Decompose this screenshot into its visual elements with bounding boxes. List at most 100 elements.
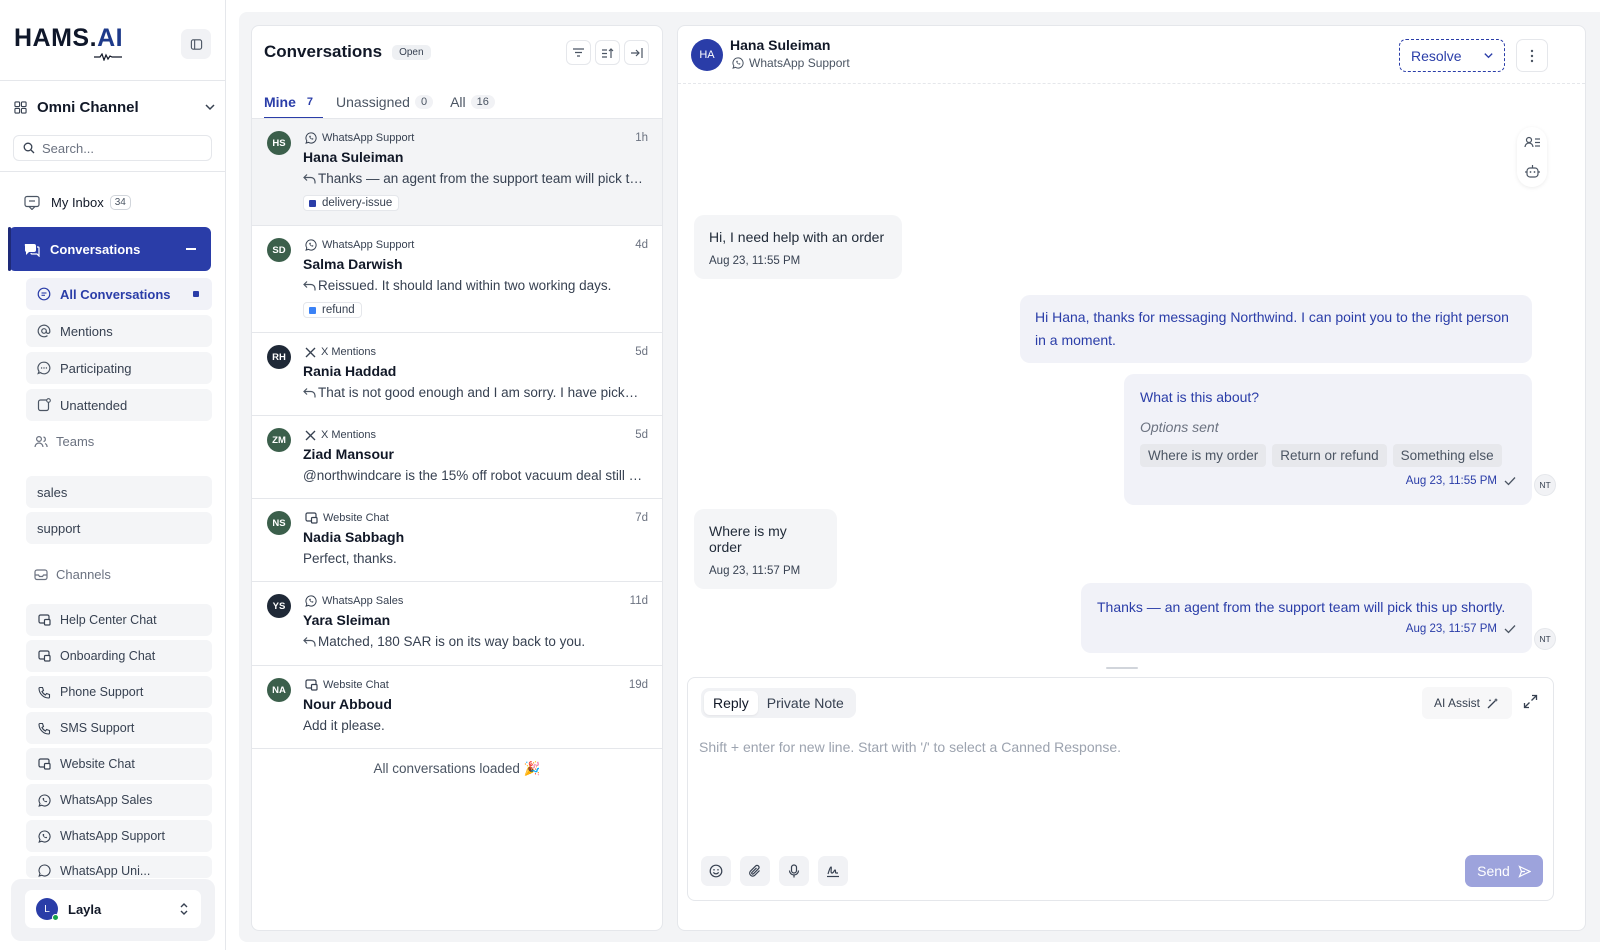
tab-all[interactable]: All 16 bbox=[450, 86, 495, 118]
emoji-button[interactable] bbox=[701, 856, 731, 886]
tab-unassigned[interactable]: Unassigned 0 bbox=[336, 86, 434, 118]
expand-icon[interactable] bbox=[1523, 694, 1538, 709]
conversation-contact-name: Nadia Sabbagh bbox=[303, 529, 405, 545]
nav-conversations[interactable]: Conversations bbox=[8, 227, 211, 271]
bot-icon[interactable] bbox=[1524, 163, 1541, 180]
kebab-icon bbox=[1530, 49, 1534, 62]
collapse-minus-icon[interactable] bbox=[186, 248, 196, 250]
nav-conversations-label: Conversations bbox=[50, 241, 141, 257]
conversation-item[interactable]: NA Website Chat 19d Nour Abboud Add it pleas… bbox=[252, 666, 662, 749]
team-sales[interactable]: sales bbox=[26, 476, 212, 508]
conversation-contact-name: Yara Sleiman bbox=[303, 612, 391, 628]
signature-button[interactable] bbox=[818, 856, 848, 886]
user-menu[interactable]: L Layla bbox=[25, 890, 201, 928]
option-chip[interactable]: Where is my order bbox=[1140, 444, 1267, 467]
conversation-last-message-text: Perfect, thanks. bbox=[303, 551, 397, 566]
conversation-last-message-text: Matched, 180 SAR is on its way back to y… bbox=[318, 634, 586, 649]
tab-mine[interactable]: Mine 7 bbox=[264, 86, 324, 119]
check-icon bbox=[1504, 477, 1516, 486]
status-filter-badge[interactable]: Open bbox=[392, 44, 431, 60]
reply-arrow-icon bbox=[303, 174, 316, 184]
nav-my-inbox[interactable]: My Inbox 34 bbox=[24, 191, 131, 213]
channel-label: WhatsApp Uni... bbox=[60, 864, 151, 878]
user-menu-container: L Layla bbox=[11, 879, 215, 941]
brand-name-accent: AI bbox=[97, 24, 124, 52]
nav-mentions[interactable]: Mentions bbox=[26, 315, 212, 347]
channel-sms-support[interactable]: SMS Support bbox=[26, 712, 212, 744]
x-icon bbox=[305, 347, 316, 358]
conversation-last-message-text: Reissued. It should land within two work… bbox=[318, 278, 612, 293]
conversation-inbox-label: X Mentions bbox=[321, 429, 377, 441]
chat-header: HA Hana Suleiman WhatsApp Support Resolv… bbox=[678, 26, 1585, 84]
conversation-label[interactable]: delivery-issue bbox=[303, 195, 400, 211]
contact-name[interactable]: Hana Suleiman bbox=[730, 37, 830, 53]
microphone-icon bbox=[788, 864, 800, 878]
resolve-button[interactable]: Resolve bbox=[1399, 39, 1505, 72]
conversation-last-message-text: That is not good enough and I am sorry. … bbox=[318, 385, 643, 400]
option-chip[interactable]: Return or refund bbox=[1272, 444, 1387, 467]
conversation-item[interactable]: RH X Mentions 5d Rania Haddad That is not go… bbox=[252, 333, 662, 416]
conversation-item[interactable]: SD WhatsApp Support 4d Salma Darwish Reissue… bbox=[252, 226, 662, 333]
avatar: SD bbox=[267, 238, 291, 262]
conversation-inbox: Website Chat bbox=[305, 512, 389, 524]
nav-unattended[interactable]: Unattended bbox=[26, 389, 212, 421]
contact-avatar[interactable]: HA bbox=[691, 39, 723, 71]
private-note-mode-button[interactable]: Private Note bbox=[758, 691, 853, 715]
send-button[interactable]: Send bbox=[1465, 855, 1543, 887]
message-text: in a moment. bbox=[1035, 332, 1116, 348]
tab-label: Unassigned bbox=[336, 94, 410, 110]
channel-whatsapp-sales[interactable]: WhatsApp Sales bbox=[26, 784, 212, 816]
collapse-list-button[interactable] bbox=[624, 40, 649, 65]
channel-help-center-chat[interactable]: Help Center Chat bbox=[26, 604, 212, 636]
conversation-label[interactable]: refund bbox=[303, 302, 362, 318]
attach-button[interactable] bbox=[740, 856, 770, 886]
conversation-item[interactable]: HS WhatsApp Support 1h Hana Suleiman Thanks … bbox=[252, 119, 662, 226]
message-input[interactable] bbox=[699, 739, 1539, 829]
nav-participating[interactable]: Participating bbox=[26, 352, 212, 384]
channel-whatsapp-support[interactable]: WhatsApp Support bbox=[26, 820, 212, 852]
sidebar-collapse-button[interactable] bbox=[181, 29, 211, 59]
conversation-time: 5d bbox=[635, 429, 648, 441]
chevron-down-icon[interactable] bbox=[1483, 50, 1494, 61]
tab-label: Mine bbox=[264, 94, 296, 110]
conversation-item[interactable]: ZM X Mentions 5d Ziad Mansour @northwindcare… bbox=[252, 416, 662, 499]
conversation-item[interactable]: NS Website Chat 7d Nadia Sabbagh Perfect, th… bbox=[252, 499, 662, 582]
channel-label: Website Chat bbox=[60, 757, 135, 771]
teams-header: Teams bbox=[34, 434, 94, 449]
channel-website-chat[interactable]: Website Chat bbox=[26, 748, 212, 780]
channel-whatsapp-partial[interactable]: WhatsApp Uni... bbox=[26, 856, 212, 878]
brand-logo[interactable]: HAMS.AI bbox=[14, 22, 134, 62]
whatsapp-icon bbox=[38, 829, 51, 843]
channel-onboarding-chat[interactable]: Onboarding Chat bbox=[26, 640, 212, 672]
all-loaded-message: All conversations loaded 🎉 bbox=[373, 761, 541, 776]
team-support[interactable]: support bbox=[26, 512, 212, 544]
reply-mode-button[interactable]: Reply bbox=[704, 691, 758, 715]
composer-resize-handle[interactable] bbox=[1106, 667, 1138, 669]
conversation-item[interactable]: YS WhatsApp Sales 11d Yara Sleiman Matched, … bbox=[252, 582, 662, 666]
nav-all-conversations[interactable]: All Conversations bbox=[26, 278, 212, 310]
message-options: What is this about? Options sent Where i… bbox=[1124, 374, 1532, 505]
avatar: L bbox=[36, 898, 59, 921]
option-chip[interactable]: Something else bbox=[1392, 444, 1502, 467]
message-meta: Aug 23, 11:55 PM bbox=[1140, 475, 1516, 487]
sender-avatar: NT bbox=[1534, 628, 1556, 650]
teams-header-label: Teams bbox=[56, 434, 95, 449]
ai-assist-button[interactable]: AI Assist bbox=[1422, 687, 1512, 719]
channel-phone-support[interactable]: Phone Support bbox=[26, 676, 212, 708]
sidebar-search[interactable] bbox=[13, 135, 212, 161]
whatsapp-icon bbox=[732, 57, 744, 69]
reply-mode-toggle: Reply Private Note bbox=[701, 688, 856, 718]
conversation-label-text: refund bbox=[322, 304, 355, 316]
avatar: NS bbox=[267, 511, 291, 535]
avatar: ZM bbox=[267, 428, 291, 452]
contact-details-icon[interactable] bbox=[1524, 135, 1541, 149]
label-color-swatch bbox=[309, 199, 316, 207]
conversation-inbox: WhatsApp Sales bbox=[305, 595, 403, 607]
workspace-switcher[interactable]: Omni Channel bbox=[14, 96, 216, 118]
voice-button[interactable] bbox=[779, 856, 809, 886]
filter-button[interactable] bbox=[566, 40, 591, 65]
options-sent-label: Options sent bbox=[1140, 419, 1219, 435]
search-input[interactable] bbox=[42, 140, 192, 156]
sort-button[interactable] bbox=[595, 40, 620, 65]
more-options-button[interactable] bbox=[1516, 39, 1548, 72]
